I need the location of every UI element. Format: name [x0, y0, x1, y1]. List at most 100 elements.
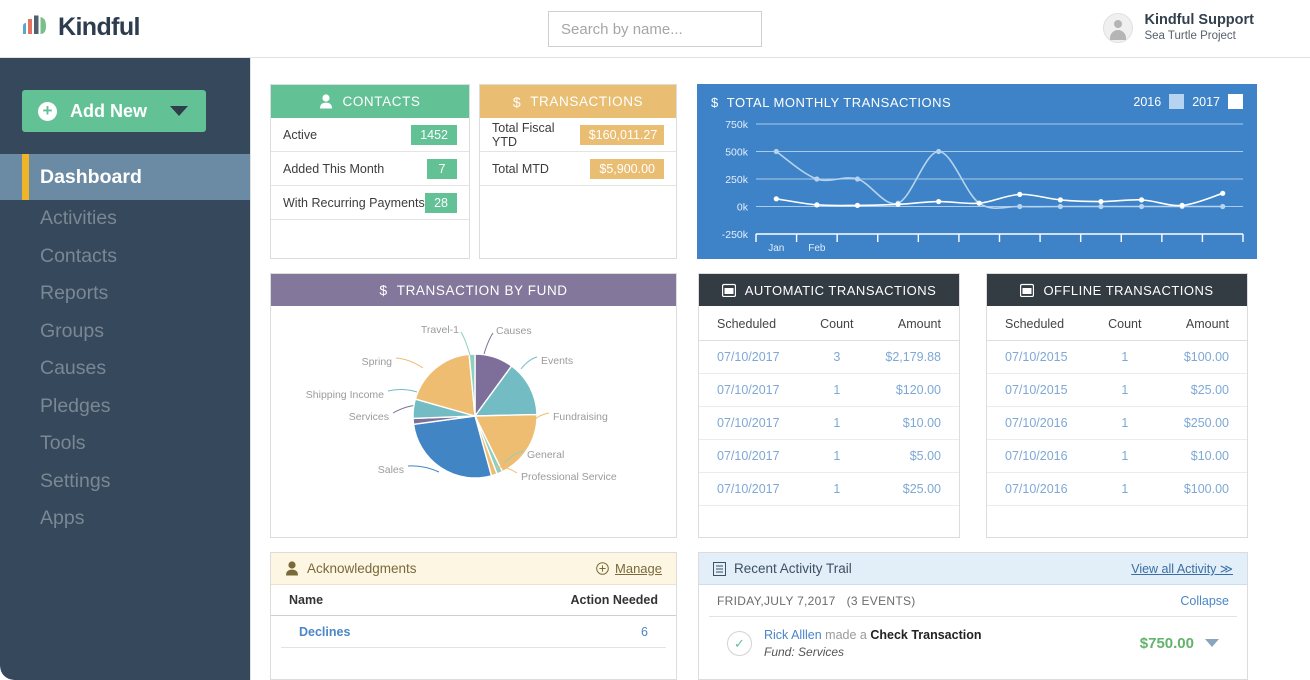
cell-amount[interactable]: $10.00: [868, 407, 959, 440]
cell-count[interactable]: 1: [806, 407, 868, 440]
cell-scheduled[interactable]: 07/10/2015: [987, 374, 1094, 407]
monthly-chart-plot: 750k500k250k0k-250kJanFeb: [697, 84, 1257, 259]
table-row[interactable]: 07/10/20171$10.00: [699, 407, 959, 440]
cell-scheduled[interactable]: 07/10/2017: [699, 374, 806, 407]
sidebar-item-label: Causes: [40, 357, 106, 380]
sidebar-item-settings[interactable]: Settings: [0, 463, 250, 501]
sidebar-item-apps[interactable]: Apps: [0, 500, 250, 538]
sidebar-item-pledges[interactable]: Pledges: [0, 388, 250, 426]
transactions-row-fiscal-ytd: Total Fiscal YTD $160,011.27: [480, 118, 676, 152]
cell-amount[interactable]: $10.00: [1156, 440, 1247, 473]
contacts-row-added-this-month: Added This Month 7: [271, 152, 469, 186]
cell-amount[interactable]: $100.00: [1156, 473, 1247, 506]
cell-amount[interactable]: $2,179.88: [868, 341, 959, 374]
cell-count[interactable]: 3: [806, 341, 868, 374]
sidebar-item-label: Groups: [40, 320, 104, 343]
cell-amount[interactable]: $100.00: [1156, 341, 1247, 374]
recent-activity-trail-card: Recent Activity Trail View all Activity …: [698, 552, 1248, 680]
acknowledgments-column-headers: Name Action Needed: [271, 585, 676, 616]
table-row[interactable]: 07/10/20173$2,179.88: [699, 341, 959, 374]
svg-text:Sales: Sales: [378, 464, 404, 476]
stat-label: Added This Month: [283, 162, 384, 176]
offline-transactions-table: Scheduled Count Amount 07/10/20151$100.0…: [987, 306, 1247, 506]
sidebar-item-label: Reports: [40, 282, 108, 305]
list-document-icon: [713, 562, 726, 576]
sidebar-item-reports[interactable]: Reports: [0, 275, 250, 313]
cell-count[interactable]: 1: [806, 440, 868, 473]
offline-transactions-title: OFFLINE TRANSACTIONS: [1043, 283, 1213, 298]
acknowledgments-title: Acknowledgments: [307, 561, 417, 576]
cell-amount[interactable]: $5.00: [868, 440, 959, 473]
view-all-activity-link[interactable]: View all Activity ≫: [1131, 561, 1233, 576]
table-row[interactable]: 07/10/20161$100.00: [987, 473, 1247, 506]
sidebar-item-label: Dashboard: [40, 166, 142, 189]
table-row[interactable]: 07/10/20171$120.00: [699, 374, 959, 407]
calendar-icon: [722, 283, 736, 297]
ack-row-name[interactable]: Declines: [299, 625, 350, 639]
account-menu[interactable]: Kindful Support Sea Turtle Project: [1103, 11, 1254, 44]
table-row[interactable]: 07/10/20151$25.00: [987, 374, 1247, 407]
cell-amount[interactable]: $120.00: [868, 374, 959, 407]
table-row[interactable]: 07/10/20151$100.00: [987, 341, 1247, 374]
svg-text:Travel-1: Travel-1: [421, 324, 459, 336]
chevron-down-icon: [170, 106, 188, 116]
table-row[interactable]: 07/10/20161$250.00: [987, 407, 1247, 440]
sidebar-item-dashboard[interactable]: Dashboard: [0, 154, 250, 200]
cell-amount[interactable]: $25.00: [868, 473, 959, 506]
search-input[interactable]: [548, 11, 762, 47]
activity-day-label: FRIDAY,JULY 7,2017: [717, 594, 836, 608]
sidebar-item-label: Pledges: [40, 395, 110, 418]
table-row[interactable]: 07/10/20171$25.00: [699, 473, 959, 506]
stat-value: $160,011.27: [580, 125, 664, 145]
fund-pie-chart: CausesEventsFundraisingGeneralProfession…: [271, 306, 676, 537]
main-content: CONTACTS Active 1452 Added This Month 7 …: [250, 58, 1310, 680]
brand-logo[interactable]: Kindful: [22, 14, 140, 40]
sidebar-item-causes[interactable]: Causes: [0, 350, 250, 388]
cell-count[interactable]: 1: [1094, 440, 1156, 473]
contacts-card-header: CONTACTS: [271, 85, 469, 118]
transactions-row-mtd: Total MTD $5,900.00: [480, 152, 676, 186]
acknowledgments-row-declines[interactable]: Declines 6: [281, 616, 666, 648]
sidebar-item-tools[interactable]: Tools: [0, 425, 250, 463]
table-row[interactable]: 07/10/20171$5.00: [699, 440, 959, 473]
cell-scheduled[interactable]: 07/10/2015: [987, 341, 1094, 374]
kindful-bars-logo-icon: [22, 14, 52, 40]
stat-label: Active: [283, 128, 317, 142]
cell-count[interactable]: 1: [806, 374, 868, 407]
cell-count[interactable]: 1: [1094, 407, 1156, 440]
cell-count[interactable]: 1: [1094, 473, 1156, 506]
cell-scheduled[interactable]: 07/10/2017: [699, 341, 806, 374]
cell-count[interactable]: 1: [1094, 374, 1156, 407]
collapse-button[interactable]: Collapse: [1180, 594, 1229, 608]
cell-scheduled[interactable]: 07/10/2016: [987, 473, 1094, 506]
cell-scheduled[interactable]: 07/10/2016: [987, 407, 1094, 440]
automatic-transactions-header: AUTOMATIC TRANSACTIONS: [699, 274, 959, 306]
svg-text:Events: Events: [541, 355, 573, 367]
chevron-down-icon[interactable]: [1205, 639, 1219, 647]
svg-text:Shipping Income: Shipping Income: [306, 389, 384, 401]
plus-circle-icon: +: [38, 102, 57, 121]
account-org: Sea Turtle Project: [1144, 29, 1254, 44]
add-new-label: Add New: [70, 101, 147, 122]
add-new-button[interactable]: + Add New: [22, 90, 206, 132]
sidebar-item-activities[interactable]: Activities: [0, 200, 250, 238]
cell-count[interactable]: 1: [1094, 341, 1156, 374]
sidebar-item-groups[interactable]: Groups: [0, 313, 250, 351]
cell-count[interactable]: 1: [806, 473, 868, 506]
ack-row-count: 6: [641, 625, 648, 639]
table-row[interactable]: 07/10/20161$10.00: [987, 440, 1247, 473]
cell-scheduled[interactable]: 07/10/2017: [699, 473, 806, 506]
cell-amount[interactable]: $25.00: [1156, 374, 1247, 407]
stat-value: $5,900.00: [590, 159, 664, 179]
cell-amount[interactable]: $250.00: [1156, 407, 1247, 440]
cell-scheduled[interactable]: 07/10/2017: [699, 407, 806, 440]
sidebar-item-contacts[interactable]: Contacts: [0, 238, 250, 276]
activity-actor[interactable]: Rick Alllen: [764, 628, 822, 642]
sidebar-nav: Dashboard Activities Contacts Reports Gr…: [0, 154, 250, 538]
contacts-row-active: Active 1452: [271, 118, 469, 152]
svg-text:Causes: Causes: [496, 325, 532, 337]
cell-scheduled[interactable]: 07/10/2017: [699, 440, 806, 473]
cell-scheduled[interactable]: 07/10/2016: [987, 440, 1094, 473]
manage-acknowledgments-button[interactable]: Manage: [596, 561, 662, 576]
activity-row[interactable]: ✓ Rick Alllen made a Check Transaction F…: [709, 616, 1237, 661]
